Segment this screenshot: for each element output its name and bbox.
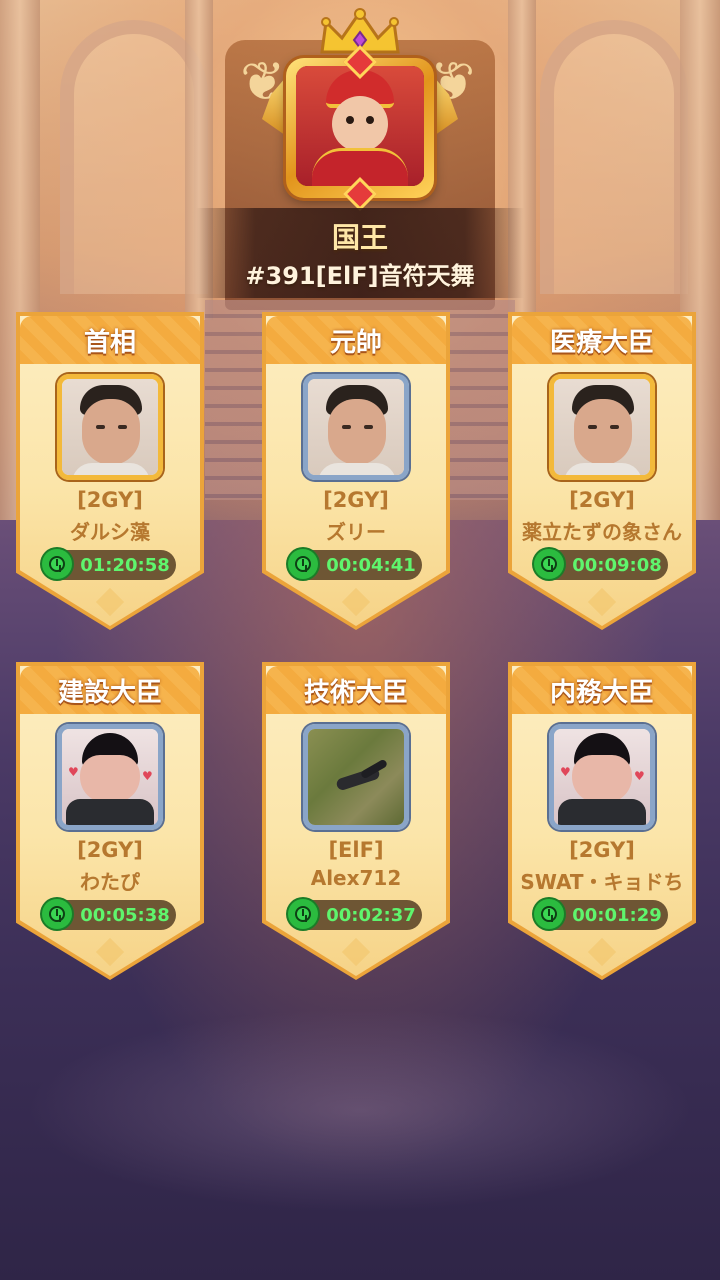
timer-value: 00:09:08 bbox=[572, 555, 662, 576]
minister-card[interactable]: 技術大臣 [ElF] Alex712 00:02:37 bbox=[262, 662, 450, 980]
minister-avatar[interactable] bbox=[549, 374, 655, 480]
tenure-timer: 00:02:37 bbox=[288, 899, 422, 930]
tenure-timer: 01:20:58 bbox=[42, 549, 176, 580]
minister-role: 医療大臣 bbox=[549, 328, 654, 358]
man-photo-icon bbox=[62, 379, 158, 475]
bowl-cut-photo-icon: ♥ ♥ bbox=[554, 729, 650, 825]
minister-avatar[interactable]: ♥ ♥ bbox=[549, 724, 655, 830]
timer-value: 00:01:29 bbox=[572, 905, 662, 926]
bowl-cut-photo-icon: ♥ ♥ bbox=[62, 729, 158, 825]
clock-icon bbox=[288, 549, 318, 579]
minister-avatar[interactable] bbox=[303, 724, 409, 830]
minister-card[interactable]: 内務大臣 ♥ ♥ [2GY] SWAT・キョドち 00:01:29 bbox=[508, 662, 696, 980]
minister-role: 首相 bbox=[83, 328, 136, 358]
timer-value: 00:04:41 bbox=[326, 555, 416, 576]
man-photo-icon bbox=[308, 379, 404, 475]
tenure-timer: 00:09:08 bbox=[534, 549, 668, 580]
man-photo-icon bbox=[554, 379, 650, 475]
minister-guild: [2GY] bbox=[569, 488, 635, 512]
minister-name: SWAT・キョドち bbox=[520, 870, 684, 894]
clock-icon bbox=[288, 899, 318, 929]
minister-name: ズリー bbox=[326, 520, 386, 544]
tenure-timer: 00:05:38 bbox=[42, 899, 176, 930]
clock-icon bbox=[534, 549, 564, 579]
minister-avatar[interactable] bbox=[57, 374, 163, 480]
minister-name: Alex712 bbox=[310, 866, 402, 890]
minister-card[interactable]: 建設大臣 ♥ ♥ [2GY] わたぴ 00:05:38 bbox=[16, 662, 204, 980]
minister-name: ダルシ藻 bbox=[70, 520, 150, 544]
minister-avatar[interactable]: ♥ ♥ bbox=[57, 724, 163, 830]
minister-name: わたぴ bbox=[80, 870, 140, 894]
minister-avatar[interactable] bbox=[303, 374, 409, 480]
minister-name: 薬立たずの象さん bbox=[522, 520, 682, 544]
king-title: 国王 bbox=[331, 221, 388, 254]
timer-value: 01:20:58 bbox=[80, 555, 170, 576]
timer-value: 00:05:38 bbox=[80, 905, 170, 926]
clock-icon bbox=[42, 899, 72, 929]
minister-card[interactable]: 元帥 [2GY] ズリー 00:04:41 bbox=[262, 312, 450, 630]
minister-guild: [2GY] bbox=[323, 488, 389, 512]
minister-card[interactable]: 医療大臣 [2GY] 薬立たずの象さん 00:09:08 bbox=[508, 312, 696, 630]
clock-icon bbox=[42, 549, 72, 579]
baby-photo-icon bbox=[296, 66, 424, 186]
minister-role: 技術大臣 bbox=[303, 678, 408, 708]
minister-role: 建設大臣 bbox=[57, 678, 162, 708]
minister-role: 内務大臣 bbox=[549, 678, 654, 708]
timer-value: 00:02:37 bbox=[326, 905, 416, 926]
clock-icon bbox=[534, 899, 564, 929]
tenure-timer: 00:01:29 bbox=[534, 899, 668, 930]
minister-guild: [2GY] bbox=[77, 838, 143, 862]
grass-photo-icon bbox=[308, 729, 404, 825]
king-avatar-frame[interactable] bbox=[286, 45, 434, 211]
minister-guild: [2GY] bbox=[569, 838, 635, 862]
floor-light bbox=[0, 1000, 720, 1220]
king-player-name[interactable]: #391[ElF]音符天舞 bbox=[0, 256, 720, 291]
minister-role: 元帥 bbox=[329, 328, 382, 358]
minister-card[interactable]: 首相 [2GY] ダルシ藻 01:20:58 bbox=[16, 312, 204, 630]
tenure-timer: 00:04:41 bbox=[288, 549, 422, 580]
minister-guild: [2GY] bbox=[77, 488, 143, 512]
minister-guild: [ElF] bbox=[328, 838, 384, 862]
